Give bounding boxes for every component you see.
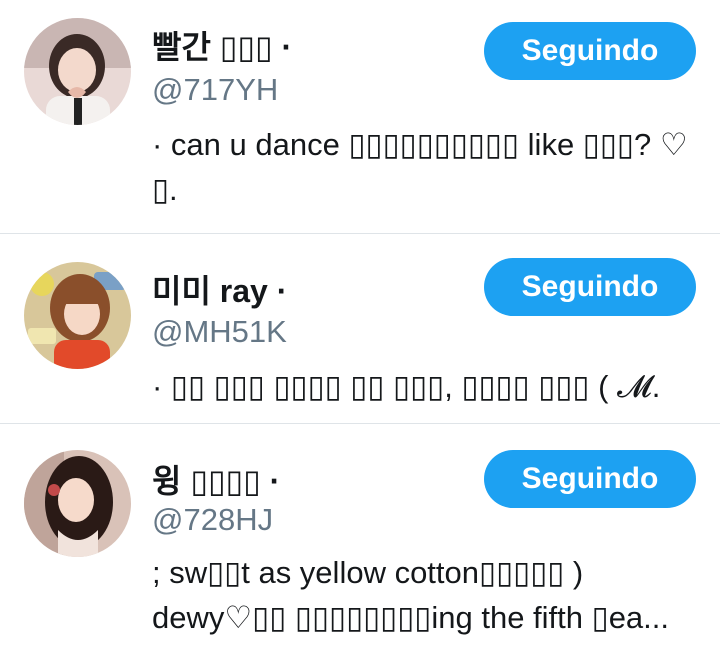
display-name[interactable]: 윙 ▯▯▯▯ ·: [152, 456, 280, 502]
following-button[interactable]: Seguindo: [484, 258, 696, 316]
user-handle[interactable]: @717YH: [152, 72, 278, 108]
display-name[interactable]: 미미 ray ·: [152, 266, 287, 312]
avatar[interactable]: [24, 18, 131, 125]
user-row[interactable]: 윙 ▯▯▯▯ · @728HJ ; sw▯▯t as yellow cotton…: [0, 424, 720, 645]
following-button[interactable]: Seguindo: [484, 22, 696, 80]
user-handle[interactable]: @MH51K: [152, 314, 287, 350]
user-row[interactable]: 빨간 ▯▯▯ · @717YH · can u dance ▯▯▯▯▯▯▯▯▯▯…: [0, 0, 720, 234]
following-button[interactable]: Seguindo: [484, 450, 696, 508]
avatar[interactable]: [24, 262, 131, 369]
user-bio: ; sw▯▯t as yellow cotton▯▯▯▯▯ ) dewy♡▯▯ …: [152, 555, 670, 635]
avatar[interactable]: [24, 450, 131, 557]
display-name[interactable]: 빨간 ▯▯▯ ·: [152, 22, 292, 68]
following-list: 빨간 ▯▯▯ · @717YH · can u dance ▯▯▯▯▯▯▯▯▯▯…: [0, 0, 720, 645]
user-handle[interactable]: @728HJ: [152, 502, 273, 538]
user-bio: · can u dance ▯▯▯▯▯▯▯▯▯▯ like ▯▯▯? ♡ ▯.: [152, 127, 688, 207]
user-bio: · ▯▯ ▯▯▯ ▯▯▯▯ ▯▯ ▯▯▯, ▯▯▯▯ ▯▯▯ ( 𝓜.: [152, 369, 661, 404]
user-row[interactable]: 미미 ray · @MH51K · ▯▯ ▯▯▯ ▯▯▯▯ ▯▯ ▯▯▯, ▯▯…: [0, 234, 720, 424]
